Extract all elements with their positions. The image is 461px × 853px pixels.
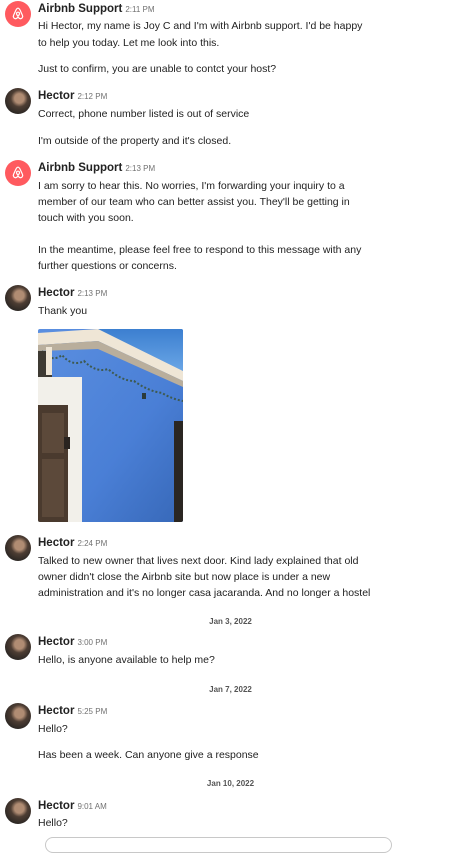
message-text: Thank you — [38, 305, 88, 317]
sender-name: Hector 5:25 PM — [38, 705, 108, 717]
message-text: owner didn't close the Airbnb site but n… — [38, 571, 331, 583]
message-input[interactable] — [45, 837, 392, 853]
message-text: In the meantime, please feel free to res… — [38, 244, 362, 256]
sender-name: Hector 3:00 PM — [38, 636, 108, 648]
sender-name: Airbnb Support 2:11 PM — [38, 3, 155, 15]
message-time: 3:00 PM — [77, 638, 108, 647]
photo-attachment[interactable] — [38, 329, 183, 522]
user-avatar[interactable] — [5, 798, 31, 824]
message-text: Hello? — [38, 817, 68, 829]
user-avatar[interactable] — [5, 535, 31, 561]
sender-name: Hector 2:13 PM — [38, 287, 108, 299]
user-avatar[interactable] — [5, 703, 31, 729]
date-separator: Jan 10, 2022 — [206, 779, 255, 788]
message-time: 2:13 PM — [77, 289, 108, 298]
message-time: 9:01 AM — [77, 802, 107, 811]
date-separator: Jan 3, 2022 — [209, 617, 252, 626]
user-avatar[interactable] — [5, 634, 31, 660]
message-text: member of our team who can better assist… — [38, 196, 350, 208]
date-separator: Jan 7, 2022 — [209, 685, 252, 694]
message-time: 2:11 PM — [125, 5, 155, 14]
message-time: 2:13 PM — [125, 164, 156, 173]
message-text: touch with you soon. — [38, 212, 134, 224]
message-text: Just to confirm, you are unable to contc… — [38, 63, 277, 75]
message-text: Hello? — [38, 723, 68, 735]
message-text: Has been a week. Can anyone give a respo… — [38, 749, 259, 761]
message-text: I'm outside of the property and it's clo… — [38, 135, 232, 147]
sender-name: Airbnb Support 2:13 PM — [38, 162, 156, 174]
message-time: 5:25 PM — [77, 707, 108, 716]
message-time: 2:24 PM — [77, 539, 108, 548]
message-text: Hello, is anyone available to help me? — [38, 654, 215, 666]
sender-name: Hector 2:24 PM — [38, 537, 108, 549]
sender-name: Hector 2:12 PM — [38, 90, 108, 102]
message-text: Correct, phone number listed is out of s… — [38, 108, 250, 120]
airbnb-logo-icon[interactable] — [5, 1, 31, 27]
message-text: to help you today. Let me look into this… — [38, 37, 220, 49]
message-text: administration and it's no longer casa j… — [38, 587, 371, 599]
airbnb-logo-icon[interactable] — [5, 160, 31, 186]
message-text: I am sorry to hear this. No worries, I'm… — [38, 180, 345, 192]
user-avatar[interactable] — [5, 285, 31, 311]
user-avatar[interactable] — [5, 88, 31, 114]
message-time: 2:12 PM — [77, 92, 108, 101]
message-text: Hi Hector, my name is Joy C and I'm with… — [38, 20, 363, 32]
message-text: further questions or concerns. — [38, 260, 177, 272]
message-text: Talked to new owner that lives next door… — [38, 555, 359, 567]
sender-name: Hector 9:01 AM — [38, 800, 107, 812]
